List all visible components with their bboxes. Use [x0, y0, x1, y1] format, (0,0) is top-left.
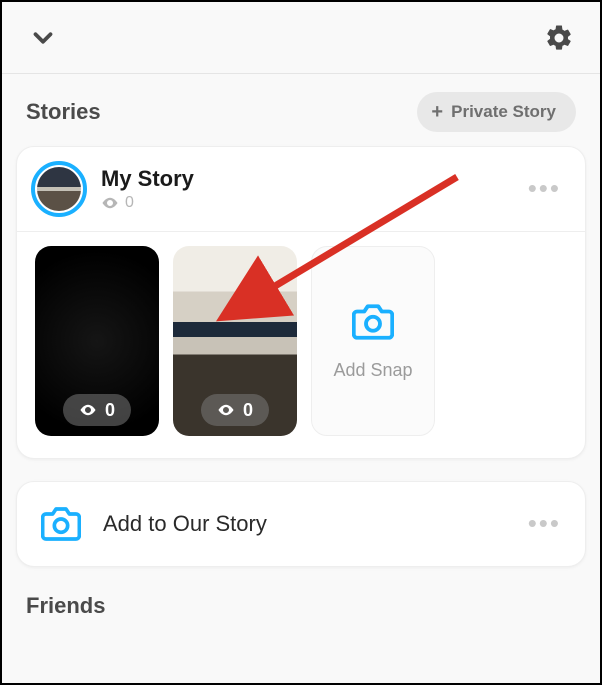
private-story-button[interactable]: + Private Story: [417, 92, 576, 132]
snap-thumbnail[interactable]: 0: [35, 246, 159, 436]
plus-icon: +: [431, 102, 443, 122]
my-story-text: My Story 0: [101, 166, 522, 212]
more-icon[interactable]: •••: [522, 181, 567, 197]
chevron-down-icon[interactable]: [28, 23, 58, 53]
my-story-title: My Story: [101, 166, 522, 192]
app-root: Stories + Private Story My Story 0 •••: [0, 0, 602, 685]
private-story-label: Private Story: [451, 102, 556, 122]
camera-icon: [35, 498, 87, 550]
my-story-view-number: 0: [125, 194, 134, 212]
stories-header: Stories + Private Story: [2, 74, 600, 142]
our-story-card[interactable]: Add to Our Story •••: [16, 481, 586, 567]
add-snap-label: Add Snap: [333, 360, 412, 381]
snap-view-badge: 0: [201, 394, 269, 426]
more-icon[interactable]: •••: [522, 516, 567, 532]
eye-icon: [101, 194, 119, 212]
my-story-avatar: [37, 167, 81, 211]
eye-icon: [79, 401, 97, 419]
add-snap-tile[interactable]: Add Snap: [311, 246, 435, 436]
my-story-viewcount: 0: [101, 194, 522, 212]
snap-view-number: 0: [105, 400, 115, 421]
friends-header: Friends: [2, 567, 600, 619]
snap-view-number: 0: [243, 400, 253, 421]
our-story-title: Add to Our Story: [103, 511, 522, 537]
snap-thumbnail[interactable]: 0: [173, 246, 297, 436]
gear-icon[interactable]: [544, 23, 574, 53]
my-story-avatar-ring: [31, 161, 87, 217]
my-story-row[interactable]: My Story 0 •••: [17, 147, 585, 231]
my-story-card: My Story 0 ••• 0: [16, 146, 586, 459]
stories-title: Stories: [26, 99, 101, 125]
friends-title: Friends: [26, 593, 576, 619]
eye-icon: [217, 401, 235, 419]
snap-view-badge: 0: [63, 394, 131, 426]
camera-icon: [352, 301, 394, 348]
snaps-row: 0 0 Add Snap: [17, 232, 585, 458]
top-bar: [2, 2, 600, 74]
